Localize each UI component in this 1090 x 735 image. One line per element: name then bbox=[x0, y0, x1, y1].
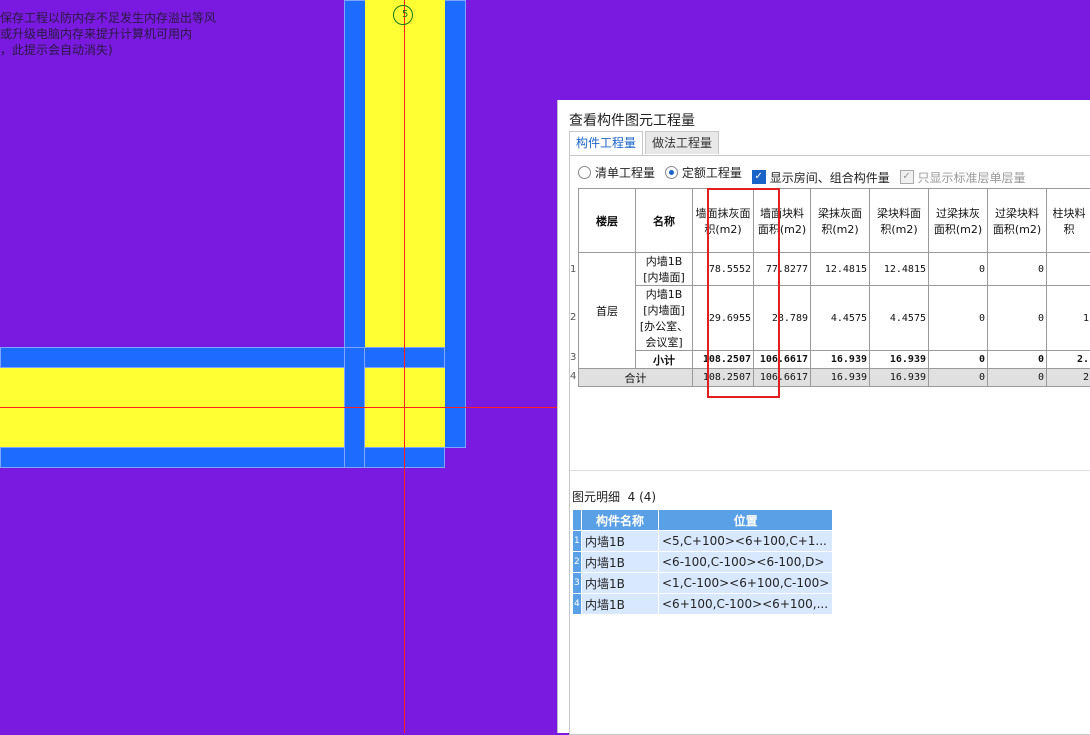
radio-label: 清单工程量 bbox=[595, 164, 655, 181]
cell-value: 0 bbox=[929, 286, 988, 351]
row-number: 2 bbox=[573, 552, 582, 573]
checkmark-icon: ✓ bbox=[900, 170, 914, 184]
cell-value: 0 bbox=[988, 351, 1047, 369]
col-component-name[interactable]: 构件名称 bbox=[582, 510, 659, 531]
cell-name: 合计 bbox=[579, 369, 693, 387]
checkbox-label: 只显示标准层单层量 bbox=[918, 169, 1026, 186]
options-bar: 清单工程量 定额工程量 ✓ 显示房间、组合构件量 ✓ 只显示标准层单层量 bbox=[578, 164, 1032, 186]
quantity-table: 楼层 名称 墙面抹灰面积(m2) 墙面块料面积(m2) 梁抹灰面积(m2) 梁块… bbox=[578, 188, 1090, 387]
detail-row[interactable]: 1 内墙1B <5,C+100><6+100,C+1... bbox=[573, 531, 833, 552]
col-lintel-tile[interactable]: 过梁块料面积(m2) bbox=[988, 189, 1047, 253]
cell-name: 小计 bbox=[636, 351, 693, 369]
col-beam-tile[interactable]: 梁块料面积(m2) bbox=[870, 189, 929, 253]
checkbox-standard-floor: ✓ 只显示标准层单层量 bbox=[900, 169, 1026, 186]
cell-value: 16.939 bbox=[870, 351, 929, 369]
wall-horizontal-bottom[interactable] bbox=[0, 447, 445, 468]
tab-method-quantity[interactable]: 做法工程量 bbox=[645, 131, 719, 154]
total-row[interactable]: 合计 108.2507 106.6617 16.939 16.939 0 0 2 bbox=[579, 369, 1090, 387]
cell-value: 0 bbox=[929, 253, 988, 286]
radio-icon bbox=[578, 166, 591, 179]
detail-corner bbox=[573, 510, 582, 531]
cell-component-name: 内墙1B bbox=[582, 552, 659, 573]
cell-floor: 首层 bbox=[579, 253, 636, 369]
checkmark-icon: ✓ bbox=[752, 170, 766, 184]
divider bbox=[570, 470, 1090, 471]
cell-position: <5,C+100><6+100,C+1... bbox=[659, 531, 833, 552]
cell-position: <1,C-100><6+100,C-100> bbox=[659, 573, 833, 594]
cell-component-name: 内墙1B bbox=[582, 531, 659, 552]
cell-value: 0 bbox=[988, 369, 1047, 387]
panel-tabs: 构件工程量做法工程量 bbox=[569, 131, 721, 155]
row-number: 2 bbox=[570, 312, 576, 323]
checkbox-show-rooms[interactable]: ✓ 显示房间、组合构件量 bbox=[752, 169, 890, 186]
col-lintel-plaster[interactable]: 过梁抹灰面积(m2) bbox=[929, 189, 988, 253]
detail-header-row: 构件名称 位置 bbox=[573, 510, 833, 531]
memory-warning: 保存工程以防内存不足发生内存溢出等风或升级电脑内存来提升计算机可用内，此提示会自… bbox=[0, 10, 216, 58]
col-position[interactable]: 位置 bbox=[659, 510, 833, 531]
row-number: 1 bbox=[573, 531, 582, 552]
table-row[interactable]: 首层 内墙1B [内墙面] 78.5552 77.8277 12.4815 12… bbox=[579, 253, 1090, 286]
cell-value bbox=[1047, 253, 1090, 286]
cell-value: 1 bbox=[1047, 286, 1090, 351]
quantity-table-area: 1 2 3 4 楼层 名称 墙面抹灰面积(m2) 墙面块料面积(m2) 梁抹灰面… bbox=[570, 188, 1090, 450]
row-number: 4 bbox=[570, 371, 576, 382]
warning-line: 保存工程以防内存不足发生内存溢出等风 bbox=[0, 10, 216, 26]
cell-value: 16.939 bbox=[811, 369, 870, 387]
checkbox-label: 显示房间、组合构件量 bbox=[770, 169, 890, 186]
detail-count: 4 (4) bbox=[628, 490, 656, 504]
cell-name: 内墙1B [内墙面] bbox=[636, 253, 693, 286]
col-column-tile[interactable]: 柱块料积 bbox=[1047, 189, 1090, 253]
detail-row[interactable]: 4 内墙1B <6+100,C-100><6+100,... bbox=[573, 594, 833, 615]
cell-value: 0 bbox=[929, 369, 988, 387]
cell-component-name: 内墙1B bbox=[582, 594, 659, 615]
panel-title: 查看构件图元工程量 bbox=[569, 110, 695, 130]
cell-value: 0 bbox=[988, 253, 1047, 286]
cell-position: <6+100,C-100><6+100,... bbox=[659, 594, 833, 615]
axis-marker-label: 5 bbox=[402, 9, 408, 20]
warning-line: ，此提示会自动消失) bbox=[0, 42, 216, 58]
quantity-panel: 查看构件图元工程量 构件工程量做法工程量 清单工程量 定额工程量 ✓ 显示房间、组… bbox=[557, 100, 1090, 733]
col-floor[interactable]: 楼层 bbox=[579, 189, 636, 253]
detail-label: 图元明细 4 (4) bbox=[572, 488, 656, 505]
highlight-box bbox=[707, 188, 780, 398]
axis-marker[interactable]: 5 bbox=[393, 5, 413, 25]
axis-line-horizontal bbox=[0, 407, 557, 408]
cell-value: 2 bbox=[1047, 369, 1090, 387]
cell-name: 内墙1B [内墙面][办公室、会议室] bbox=[636, 286, 693, 351]
detail-row[interactable]: 3 内墙1B <1,C-100><6+100,C-100> bbox=[573, 573, 833, 594]
cell-position: <6-100,C-100><6-100,D> bbox=[659, 552, 833, 573]
cell-value: 16.939 bbox=[811, 351, 870, 369]
cell-value: 16.939 bbox=[870, 369, 929, 387]
subtotal-row[interactable]: 小计 108.2507 106.6617 16.939 16.939 0 0 2… bbox=[579, 351, 1090, 369]
radio-label: 定额工程量 bbox=[682, 164, 742, 181]
row-number: 3 bbox=[573, 573, 582, 594]
detail-table: 构件名称 位置 1 内墙1B <5,C+100><6+100,C+1... 2 … bbox=[572, 509, 833, 615]
radio-list-quantity[interactable]: 清单工程量 bbox=[578, 164, 655, 181]
cell-value: 12.4815 bbox=[870, 253, 929, 286]
row-number: 4 bbox=[573, 594, 582, 615]
table-header-row: 楼层 名称 墙面抹灰面积(m2) 墙面块料面积(m2) 梁抹灰面积(m2) 梁块… bbox=[579, 189, 1090, 253]
tab-component-quantity[interactable]: 构件工程量 bbox=[569, 131, 643, 155]
tab-content: 清单工程量 定额工程量 ✓ 显示房间、组合构件量 ✓ 只显示标准层单层量 1 2 3… bbox=[569, 155, 1090, 735]
cell-value: 0 bbox=[988, 286, 1047, 351]
detail-title: 图元明细 bbox=[572, 490, 620, 504]
cell-value: 4.4575 bbox=[811, 286, 870, 351]
radio-selected-icon bbox=[665, 166, 678, 179]
cell-component-name: 内墙1B bbox=[582, 573, 659, 594]
warning-line: 或升级电脑内存来提升计算机可用内 bbox=[0, 26, 216, 42]
table-row[interactable]: 内墙1B [内墙面][办公室、会议室] 29.6955 28.789 4.457… bbox=[579, 286, 1090, 351]
col-name[interactable]: 名称 bbox=[636, 189, 693, 253]
cell-value: 0 bbox=[929, 351, 988, 369]
cell-value: 2. bbox=[1047, 351, 1090, 369]
cell-value: 4.4575 bbox=[870, 286, 929, 351]
wall-horizontal-top[interactable] bbox=[0, 347, 445, 368]
row-number: 3 bbox=[570, 352, 576, 363]
col-beam-plaster[interactable]: 梁抹灰面积(m2) bbox=[811, 189, 870, 253]
radio-quota-quantity[interactable]: 定额工程量 bbox=[665, 164, 742, 181]
cell-value: 12.4815 bbox=[811, 253, 870, 286]
row-number: 1 bbox=[570, 264, 576, 275]
detail-row[interactable]: 2 内墙1B <6-100,C-100><6-100,D> bbox=[573, 552, 833, 573]
axis-line-vertical bbox=[404, 0, 405, 733]
